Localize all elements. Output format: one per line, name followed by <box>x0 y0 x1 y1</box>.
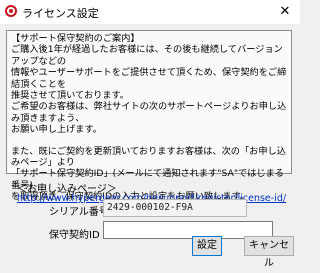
serial-number-label: シリアル番号 <box>49 207 109 218</box>
notice-spacer <box>11 136 287 146</box>
cancel-button[interactable]: キャンセル <box>244 236 294 269</box>
notice-line: お願い申し上げます。 <box>11 124 102 136</box>
apply-settings-button[interactable]: 設定 <box>192 236 222 256</box>
contract-id-label: 保守契約ID <box>49 230 100 241</box>
notice-line: また、既にご契約を更新頂いておりますお客様は、次の「お申し込みページ」より <box>11 145 286 169</box>
window-title: ライセンス設定 <box>22 7 99 20</box>
title-bar: ライセンス設定 ✕ <box>0 0 300 24</box>
notice-line: ご購入後1年が経過したお客様には、その後も継続してバージョンアップなどの <box>11 44 283 67</box>
close-button[interactable]: ✕ <box>270 0 300 24</box>
notice-heading: 【サポート保守契約のご案内】 <box>11 33 140 44</box>
serial-number-field: 2429-000102-F9A <box>103 199 247 217</box>
notice-line: 情報やユーザーサポートをご提供させて頂くため、保守契約をご締結頂くことを <box>11 67 287 90</box>
support-notice: 【サポート保守契約のご案内】 ご購入後1年が経過したお客様には、その後も継続して… <box>6 30 292 202</box>
app-logo-icon <box>5 5 17 17</box>
notice-line: 推奨させて頂いております。 <box>11 90 129 102</box>
notice-line: ご希望のお客様は、弊社サイトの次のサポートページよりお申し込み頂きますよう、 <box>11 101 287 124</box>
